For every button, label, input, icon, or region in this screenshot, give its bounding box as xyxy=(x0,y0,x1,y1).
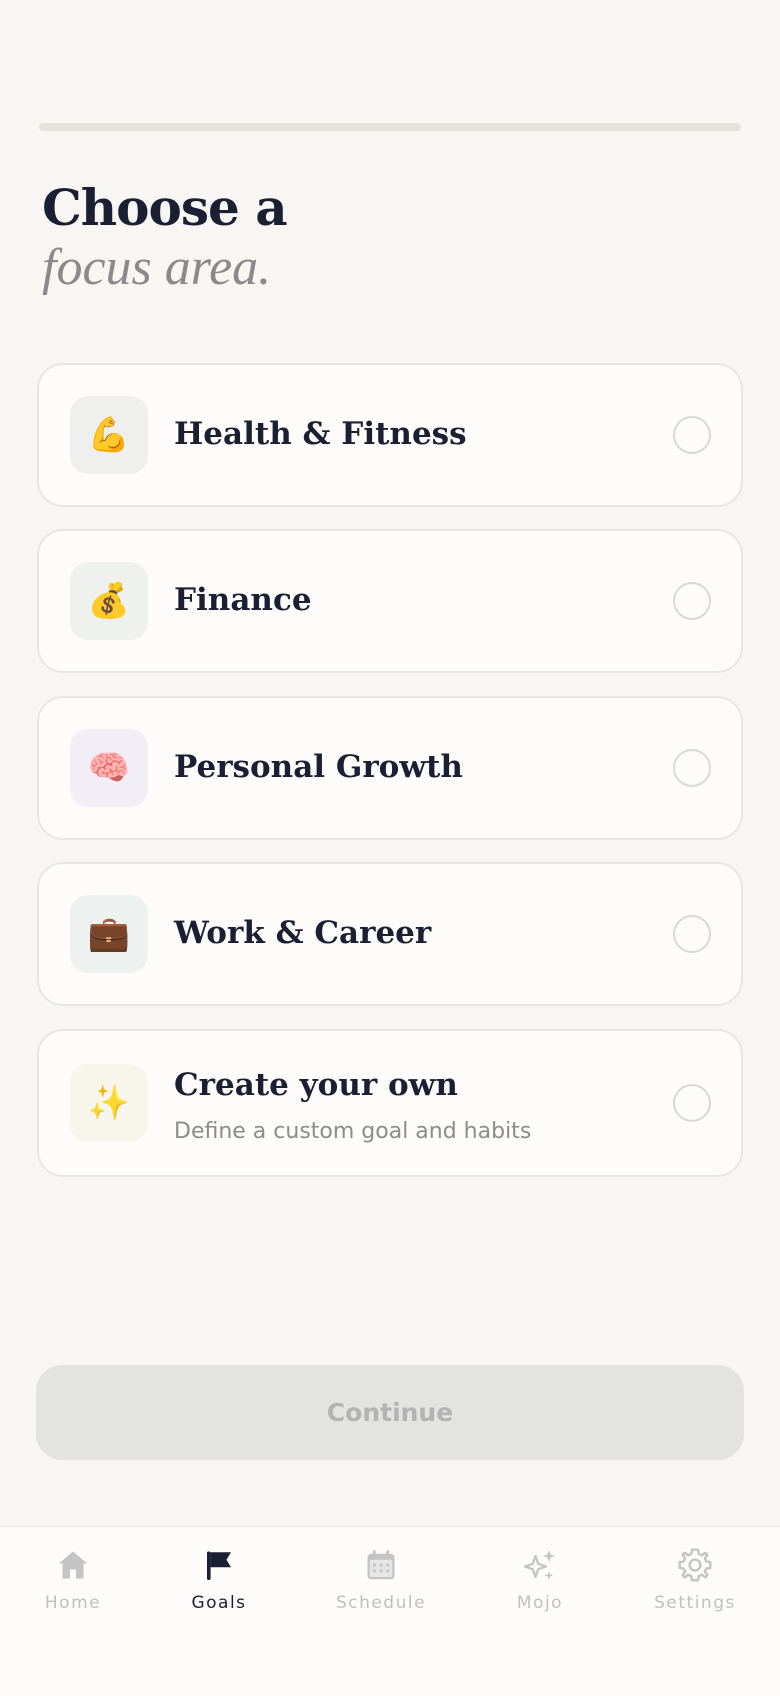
option-radio[interactable] xyxy=(673,416,711,454)
brain-icon: 🧠 xyxy=(70,729,148,807)
flexed-biceps-icon: 💪 xyxy=(70,396,148,474)
option-label: Work & Career xyxy=(174,915,432,951)
tab-label: Home xyxy=(44,1593,102,1613)
option-radio[interactable] xyxy=(673,749,711,787)
page-title: Choose a xyxy=(42,178,288,237)
money-bag-icon: 💰 xyxy=(70,562,148,640)
option-radio[interactable] xyxy=(673,582,711,620)
progress-bar xyxy=(39,123,741,131)
tab-home[interactable]: Home xyxy=(8,1547,138,1637)
sparkle-icon xyxy=(523,1550,555,1580)
bottom-tab-bar: Home Goals Schedule Mojo Settings xyxy=(0,1526,780,1696)
option-radio[interactable] xyxy=(673,915,711,953)
tab-label: Settings xyxy=(654,1593,736,1613)
sparkles-icon: ✨ xyxy=(70,1064,148,1142)
home-icon xyxy=(58,1551,88,1579)
option-label: Create your own xyxy=(174,1067,458,1103)
tab-label: Goals xyxy=(191,1593,247,1613)
tab-schedule[interactable]: Schedule xyxy=(316,1547,446,1637)
option-description: Define a custom goal and habits xyxy=(174,1119,532,1144)
option-radio[interactable] xyxy=(673,1084,711,1122)
tab-label: Mojo xyxy=(516,1593,564,1613)
tab-settings[interactable]: Settings xyxy=(630,1547,760,1637)
option-label: Finance xyxy=(174,582,312,618)
tab-mojo[interactable]: Mojo xyxy=(475,1547,605,1637)
option-label: Personal Growth xyxy=(174,749,463,785)
option-finance[interactable]: 💰 Finance xyxy=(37,529,743,673)
option-create-your-own[interactable]: ✨ Create your own Define a custom goal a… xyxy=(37,1029,743,1177)
option-personal-growth[interactable]: 🧠 Personal Growth xyxy=(37,696,743,840)
briefcase-icon: 💼 xyxy=(70,895,148,973)
gear-icon xyxy=(678,1548,712,1582)
continue-button[interactable]: Continue xyxy=(36,1365,744,1460)
option-label: Health & Fitness xyxy=(174,416,467,452)
tab-label: Schedule xyxy=(335,1593,427,1613)
option-work-career[interactable]: 💼 Work & Career xyxy=(37,862,743,1006)
option-health-fitness[interactable]: 💪 Health & Fitness xyxy=(37,363,743,507)
page-subtitle: focus area. xyxy=(42,239,272,296)
calendar-icon xyxy=(367,1550,395,1580)
flag-icon xyxy=(207,1551,231,1580)
tab-goals[interactable]: Goals xyxy=(154,1547,284,1637)
